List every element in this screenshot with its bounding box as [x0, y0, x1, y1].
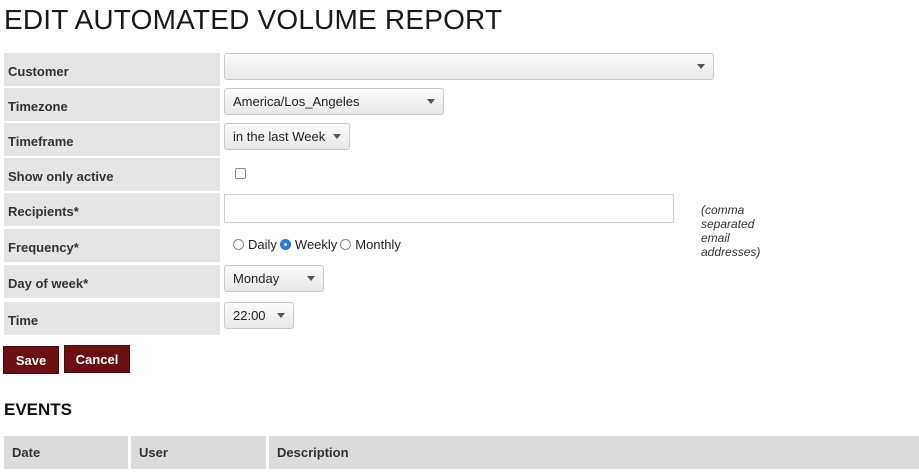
frequency-option-daily[interactable]: Daily	[248, 237, 277, 252]
events-column-user[interactable]: User	[131, 436, 266, 469]
timeframe-select[interactable]: in the last Week	[224, 123, 350, 150]
customer-label: Customer	[4, 53, 220, 86]
day-of-week-select-value: Monday	[233, 271, 280, 286]
frequency-radio-weekly[interactable]	[279, 239, 291, 250]
timezone-select[interactable]: America/Los_Angeles	[224, 88, 444, 115]
frequency-label: Frequency*	[4, 229, 220, 262]
save-button[interactable]: Save	[3, 346, 59, 374]
events-column-description[interactable]: Description	[269, 436, 919, 469]
timeframe-label: Timeframe	[4, 123, 220, 156]
redacted-mask	[235, 67, 375, 70]
recipients-input[interactable]	[224, 194, 674, 223]
frequency-option-weekly[interactable]: Weekly	[295, 237, 337, 252]
timezone-label: Timezone	[4, 88, 220, 121]
show-only-active-checkbox[interactable]	[235, 168, 246, 179]
page-title: EDIT AUTOMATED VOLUME REPORT	[4, 4, 503, 35]
show-only-active-label: Show only active	[4, 158, 220, 191]
customer-select[interactable]	[224, 53, 714, 80]
cancel-button[interactable]: Cancel	[64, 345, 130, 373]
day-of-week-label: Day of week*	[4, 265, 220, 298]
chevron-down-icon	[277, 313, 285, 318]
frequency-option-monthly[interactable]: Monthly	[355, 237, 401, 252]
timezone-select-value: America/Los_Angeles	[233, 94, 360, 109]
frequency-radio-daily[interactable]	[233, 239, 244, 250]
events-column-date[interactable]: Date	[4, 436, 128, 469]
events-title: EVENTS	[4, 400, 73, 419]
recipients-label: Recipients*	[4, 193, 220, 226]
time-select-value: 22:00	[233, 308, 266, 323]
chevron-down-icon	[333, 134, 341, 139]
timeframe-select-value: in the last Week	[233, 129, 326, 144]
recipients-hint: (comma separated email addresses)	[701, 203, 761, 259]
day-of-week-select[interactable]: Monday	[224, 265, 324, 292]
chevron-down-icon	[427, 99, 435, 104]
chevron-down-icon	[307, 276, 315, 281]
time-select[interactable]: 22:00	[224, 302, 294, 329]
frequency-radio-group: Daily Weekly Monthly	[233, 237, 404, 252]
chevron-down-icon	[697, 64, 705, 69]
frequency-radio-monthly[interactable]	[340, 239, 352, 250]
time-label: Time	[4, 302, 220, 335]
